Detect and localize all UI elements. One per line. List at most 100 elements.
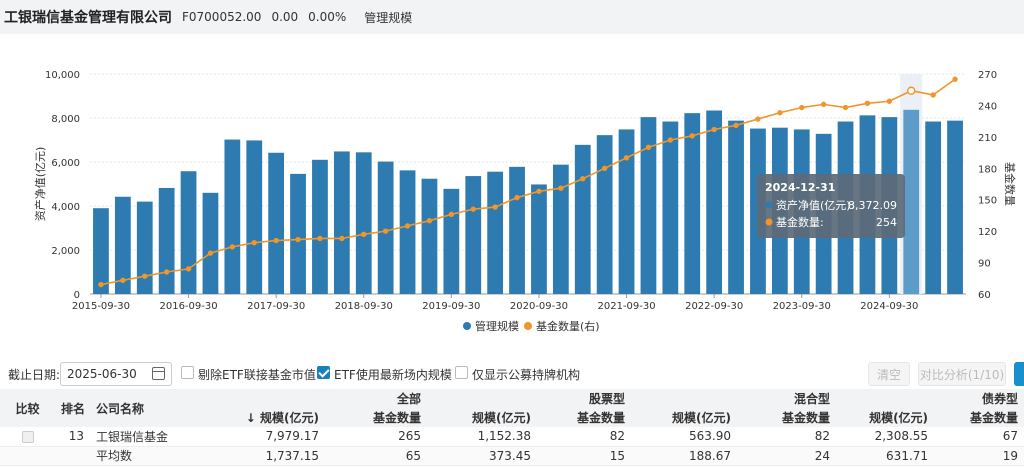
tooltip-label: 基金数量:: [776, 215, 824, 229]
y2-tick-label: 120: [978, 227, 997, 238]
y-tick-label: 2,000: [51, 246, 80, 257]
y2-tick-label: 270: [978, 70, 997, 81]
value-cell: 19: [934, 446, 1024, 466]
group-mixed: 混合型: [631, 389, 837, 408]
table-row[interactable]: 13 工银瑞信基金 7,979.17 265 1,152.38 82 563.9…: [0, 427, 1024, 447]
fund-count-point: [952, 76, 958, 82]
bar: [531, 184, 547, 294]
fund-count-point: [448, 211, 455, 218]
value-cell: 1,152.38: [427, 427, 538, 447]
bar: [640, 117, 657, 295]
company-cell[interactable]: 工银瑞信基金: [90, 427, 220, 447]
compare-button[interactable]: 对比分析(1/10): [918, 362, 1006, 386]
fund-count-point: [536, 188, 542, 195]
scale-chart: 0 2,000 4,000 6,000 8,000 10,000 60 90 120 150 180…: [33, 70, 1017, 333]
col-mixed-scale[interactable]: 规模(亿元): [631, 408, 738, 427]
tab-scale[interactable]: 管理规模: [364, 9, 412, 26]
group-all: 全部: [220, 389, 428, 408]
value-cell: 631.71: [836, 446, 935, 466]
legend-marker-line: [524, 322, 532, 330]
bar: [268, 152, 285, 294]
licensed-only-checkbox[interactable]: [455, 366, 468, 379]
clear-button[interactable]: 清空: [868, 362, 910, 386]
x-tick-label: 2019-09-30: [422, 301, 480, 312]
bar: [136, 201, 153, 294]
fund-count-point: [580, 176, 586, 182]
fund-count-point: [492, 204, 498, 210]
col-bond-scale[interactable]: 规模(亿元): [836, 408, 935, 427]
value-cell: 265: [325, 427, 428, 447]
average-label: 平均数: [90, 446, 220, 466]
bar: [443, 188, 460, 294]
fund-count-point: [361, 231, 367, 237]
fund-code: F0700052.00: [182, 10, 262, 24]
y-axis-label: 资产净值(亿元): [33, 147, 47, 222]
date-picker[interactable]: 2025-06-30: [60, 362, 172, 386]
y-tick-label: 10,000: [45, 70, 80, 81]
bar: [202, 192, 219, 294]
export-button[interactable]: [1014, 362, 1024, 386]
fund-count-point: [426, 217, 433, 224]
exclude-etf-link-checkbox[interactable]: [181, 366, 194, 379]
fund-count-point: [930, 92, 936, 98]
bar: [487, 171, 504, 294]
bar: [246, 140, 263, 294]
bar: [925, 121, 942, 295]
col-all-count[interactable]: 基金数量: [325, 408, 428, 427]
y-tick-label: 8,000: [51, 114, 80, 125]
y-tick-label: 4,000: [51, 202, 80, 213]
fund-count-point: [295, 236, 301, 243]
legend-label-scale: 管理规模: [475, 319, 519, 333]
calendar-icon[interactable]: [152, 367, 165, 380]
fund-count-point: [623, 155, 630, 161]
tooltip-marker: [765, 218, 773, 226]
x-tick-label: 2023-09-30: [773, 301, 831, 312]
fund-count-point: [711, 126, 717, 133]
fund-count-point: [799, 104, 805, 111]
value-cell: 188.67: [631, 446, 738, 466]
col-compare: 比较: [0, 389, 55, 427]
fund-count-point: [514, 194, 520, 201]
fund-count-point: [842, 104, 849, 111]
y-tick-label: 6,000: [51, 158, 80, 169]
licensed-only-label: 仅显示公募持牌机构: [472, 368, 581, 382]
legend-marker-bar: [463, 322, 471, 330]
col-stock-scale[interactable]: 规模(亿元): [427, 408, 538, 427]
bar: [947, 120, 963, 294]
bar: [574, 144, 591, 294]
bar: [596, 135, 613, 294]
date-value: 2025-06-30: [67, 367, 137, 381]
etf-latest-scale-checkbox[interactable]: [317, 366, 330, 379]
tooltip-value: 254: [876, 216, 897, 229]
fund-count-point: [601, 165, 608, 171]
x-tick-label: 2018-09-30: [335, 301, 393, 312]
col-mixed-count[interactable]: 基金数量: [737, 408, 837, 427]
value-cell: 563.90: [631, 427, 738, 447]
fund-count-point: [777, 110, 783, 116]
fund-count-point: [645, 144, 652, 151]
fund-count-point: [98, 281, 104, 288]
fund-count-point: [733, 122, 739, 129]
y2-tick-label: 180: [978, 164, 997, 175]
value-cell: 24: [737, 446, 837, 466]
bar: [333, 151, 350, 294]
fund-count-point: [251, 239, 257, 246]
col-stock-count[interactable]: 基金数量: [537, 408, 632, 427]
bar: [290, 173, 306, 294]
x-tick-label: 2022-09-30: [685, 301, 743, 312]
y2-tick-label: 60: [978, 290, 991, 301]
col-bond-count[interactable]: 基金数量: [934, 408, 1024, 427]
col-all-scale[interactable]: ↓ 规模(亿元): [220, 408, 325, 427]
x-tick-label: 2021-09-30: [597, 301, 655, 312]
fund-count-point: [163, 269, 170, 275]
y-tick-label: 0: [74, 290, 80, 301]
exclude-etf-link-label: 剔除ETF联接基金市值: [198, 368, 316, 382]
bar: [618, 129, 635, 294]
bar: [662, 121, 679, 295]
tooltip-label: 资产净值(亿元):: [776, 198, 854, 212]
bar: [93, 208, 109, 294]
y2-axis-label: 基金数量: [1003, 162, 1017, 206]
value-cell: 82: [537, 427, 632, 447]
compare-checkbox[interactable]: [21, 430, 34, 443]
bar: [903, 109, 920, 294]
